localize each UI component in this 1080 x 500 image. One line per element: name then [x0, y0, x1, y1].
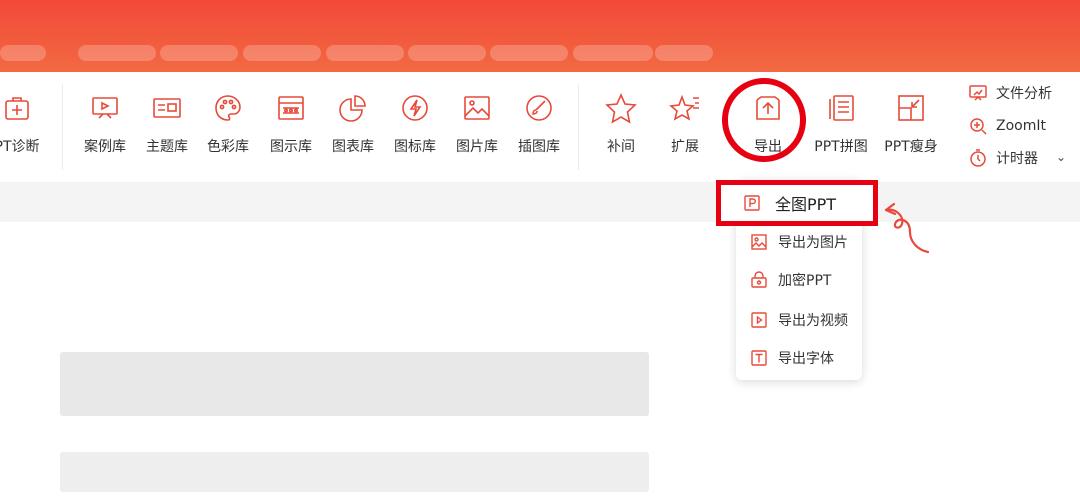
compress-icon: [898, 95, 924, 121]
tool-label: 图示库: [270, 139, 312, 155]
file-analysis-label: 文件分析: [996, 86, 1052, 102]
export-image-item[interactable]: 导出为图片: [750, 232, 848, 252]
text-t-icon: [751, 350, 767, 366]
export-fonts-item[interactable]: 导出字体: [750, 348, 834, 368]
picture-icon: [751, 234, 767, 250]
tab-placeholder[interactable]: [490, 45, 568, 61]
stacked-pages-icon: [829, 95, 854, 121]
content-placeholder: [60, 452, 649, 492]
tab-placeholder[interactable]: [160, 45, 238, 61]
tool-label: 主题库: [146, 139, 188, 155]
pie-chart-icon: [339, 95, 366, 122]
content-placeholder: [60, 352, 649, 416]
menu-item-label: 导出字体: [778, 351, 834, 367]
star-sparkle-icon: [669, 94, 699, 121]
title-bar: [0, 0, 1080, 72]
tab-placeholder[interactable]: [655, 45, 713, 61]
color-library-button[interactable]: 色彩库: [197, 92, 259, 156]
ppt-collage-button[interactable]: PPT拼图: [810, 92, 872, 156]
theme-library-button[interactable]: 主题库: [136, 92, 198, 156]
tween-button[interactable]: 补间: [590, 92, 652, 156]
tool-label: PPT拼图: [814, 139, 868, 155]
brush-icon: [526, 95, 552, 121]
menu-item-label: 导出为图片: [778, 235, 848, 251]
case-library-button[interactable]: 案例库: [74, 92, 136, 156]
menu-item-label: 导出为视频: [778, 313, 848, 329]
file-analysis-icon: [969, 85, 987, 101]
zoomit-label: ZoomIt: [996, 118, 1046, 134]
extension-button[interactable]: 扩展: [654, 92, 716, 156]
chart-library-button[interactable]: 图表库: [322, 92, 384, 156]
timer-label: 计时器: [996, 151, 1038, 167]
palette-icon: [215, 95, 241, 121]
diagram-grid-icon: [278, 96, 304, 120]
tool-label: PPT瘦身: [884, 139, 938, 155]
tab-placeholder[interactable]: [326, 45, 404, 61]
theme-card-icon: [153, 98, 181, 118]
presentation-board-icon: [92, 97, 118, 119]
chevron-down-icon[interactable]: ⌄: [1056, 150, 1066, 164]
export-video-item[interactable]: 导出为视频: [750, 310, 848, 330]
ribbon-divider: [62, 84, 63, 170]
tab-placeholder[interactable]: [243, 45, 321, 61]
tool-label: 图标库: [394, 139, 436, 155]
image-icon: [464, 96, 490, 120]
tool-label: 图片库: [456, 139, 498, 155]
tool-label: 色彩库: [207, 139, 249, 155]
zoomit-button[interactable]: ZoomIt: [968, 115, 1046, 137]
illustration-library-button[interactable]: 插图库: [508, 92, 570, 156]
tab-placeholder[interactable]: [78, 45, 156, 61]
timer-button[interactable]: 计时器: [968, 147, 1038, 169]
ribbon-divider: [578, 84, 579, 170]
add-box-icon: [5, 97, 29, 120]
zoom-in-icon: [970, 118, 987, 135]
tab-placeholder[interactable]: [0, 45, 46, 61]
menu-item-label: 加密PPT: [778, 273, 832, 289]
diagram-library-button[interactable]: 图示库: [260, 92, 322, 156]
ppt-diagnose-button[interactable]: PT诊断: [0, 92, 48, 156]
full-image-ppt-item[interactable]: 全图PPT: [716, 180, 878, 226]
star-icon: [605, 93, 637, 124]
tool-label: 图表库: [332, 139, 374, 155]
export-highlight-circle: [722, 78, 806, 162]
menu-item-label: 全图PPT: [775, 195, 837, 214]
ppt-slim-button[interactable]: PPT瘦身: [880, 92, 942, 156]
encrypt-ppt-item[interactable]: 加密PPT: [750, 270, 831, 290]
tab-placeholder[interactable]: [573, 45, 653, 61]
lock-icon: [751, 271, 767, 288]
timer-icon: [970, 149, 986, 167]
file-analysis-button[interactable]: 文件分析: [968, 82, 1052, 104]
tool-label: 扩展: [671, 139, 699, 155]
icon-library-button[interactable]: 图标库: [384, 92, 446, 156]
tool-label: 补间: [607, 139, 635, 155]
ppt-p-icon: [744, 195, 760, 211]
pointer-arrow: [884, 202, 930, 254]
tool-label: 插图库: [518, 139, 560, 155]
image-library-button[interactable]: 图片库: [446, 92, 508, 156]
video-icon: [751, 312, 767, 328]
tab-placeholder[interactable]: [408, 45, 486, 61]
tool-label: PT诊断: [0, 139, 40, 155]
tool-label: 案例库: [84, 139, 126, 155]
lightning-icon: [402, 95, 428, 121]
